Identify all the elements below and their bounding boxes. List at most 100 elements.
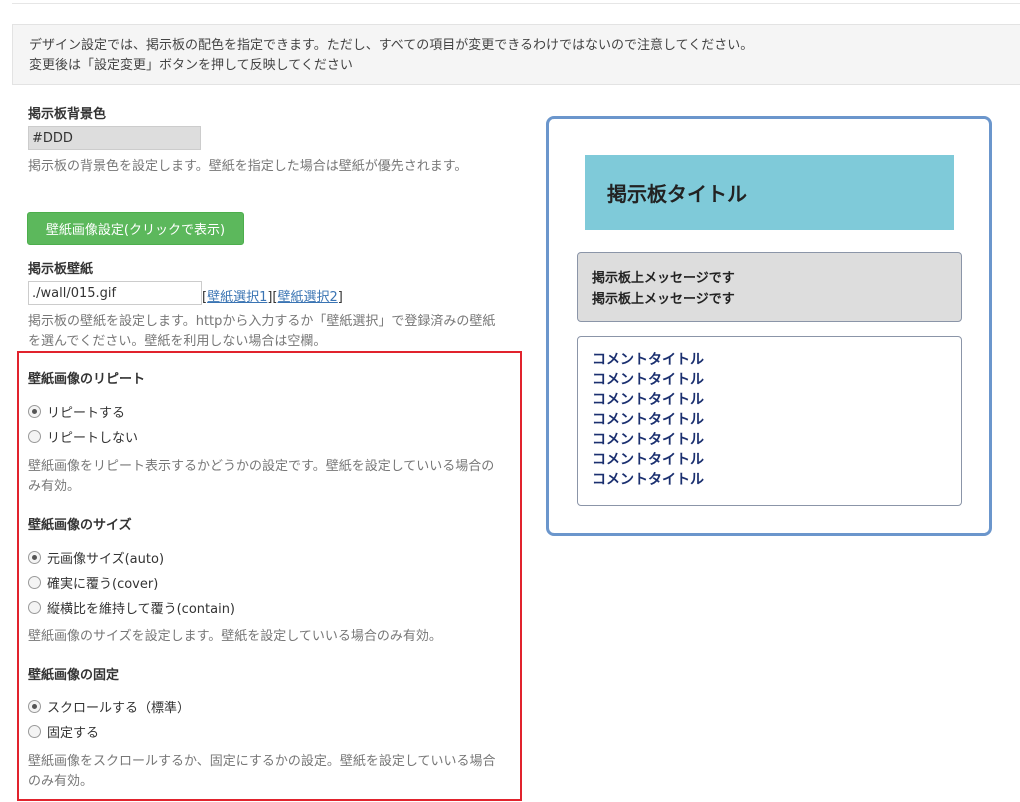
radio-label: リピートしない [47,430,139,446]
leaf-icon [667,129,687,149]
leaf-icon [559,165,579,185]
radio-button[interactable] [28,550,41,564]
radio-label: 固定する [47,725,100,741]
radio-button[interactable] [28,600,41,614]
leaf-icon [559,237,579,257]
size-option-contain[interactable]: 縦横比を維持して覆う(contain) [28,598,236,617]
leaf-icon [559,201,579,221]
radio-button[interactable] [28,429,41,443]
leaf-icon [559,345,579,365]
leaf-icon [919,525,939,533]
notice-panel: デザイン設定では、掲示板の配色を指定できます。ただし、すべての項目が変更できるわ… [12,24,1020,85]
bg-color-help: 掲示板の背景色を設定します。壁紙を指定した場合は壁紙が優先されます。 [28,159,468,174]
fixed-option-scroll[interactable]: スクロールする（標準） [28,697,191,716]
comment-title: コメントタイトル [592,372,704,388]
comment-title: コメントタイトル [592,472,704,488]
size-help: 壁紙画像のサイズを設定します。壁紙を設定していいる場合のみ有効。 [28,629,442,644]
wallpaper-settings-button[interactable]: 壁紙画像設定(クリックで表示) [27,212,244,245]
leaf-icon [991,381,992,401]
leaf-icon [595,525,615,533]
leaf-icon [955,165,975,185]
leaf-icon [595,129,615,149]
bg-color-label: 掲示板背景色 [28,107,107,122]
leaf-icon [991,309,992,329]
repeat-option-off[interactable]: リピートしない [28,427,139,446]
leaf-icon [775,525,795,533]
repeat-option-on[interactable]: リピートする [28,402,126,421]
comment-title: コメントタイトル [592,412,704,428]
radio-button[interactable] [28,724,41,738]
leaf-icon [703,525,723,533]
leaf-icon [811,129,831,149]
leaf-icon [739,525,759,533]
leaf-icon [991,525,992,536]
radio-label: 縦横比を維持して覆う(contain) [47,601,236,617]
leaf-icon [883,525,903,533]
notice-line-1: デザイン設定では、掲示板の配色を指定できます。ただし、すべての項目が変更できるわ… [29,38,754,53]
fixed-title: 壁紙画像の固定 [28,668,120,683]
radio-label: 元画像サイズ(auto) [47,551,165,567]
leaf-icon [847,129,867,149]
leaf-icon [559,273,579,293]
leaf-icon [955,129,975,149]
wallpaper-select-2-link[interactable]: 壁紙選択2 [278,290,338,305]
leaf-icon [559,309,579,329]
leaf-icon [991,201,992,221]
wallpaper-select-1-link[interactable]: 壁紙選択1 [207,290,267,305]
board-preview: 掲示板タイトル 掲示板上メッセージです 掲示板上メッセージです コメントタイトル… [546,116,992,536]
preview-title: 掲示板タイトル [585,155,954,230]
repeat-help: 壁紙画像をリピート表示するかどうかの設定です。壁紙を設定していいる場合のみ有効。 [28,459,495,494]
leaf-icon [811,525,831,533]
radio-label: スクロールする（標準） [47,700,191,716]
leaf-icon [559,489,579,509]
wallpaper-input[interactable] [28,281,202,305]
preview-message-line: 掲示板上メッセージです [592,271,735,286]
comment-title: コメントタイトル [592,452,704,468]
leaf-icon [559,129,579,149]
leaf-icon [559,381,579,401]
preview-message-box: 掲示板上メッセージです 掲示板上メッセージです [577,252,962,322]
notice-line-2: 変更後は「設定変更」ボタンを押して反映してください [29,58,353,73]
leaf-icon [559,453,579,473]
radio-label: 確実に覆う(cover) [47,576,159,592]
leaf-icon [991,453,992,473]
size-title: 壁紙画像のサイズ [28,518,132,533]
leaf-icon [847,525,867,533]
preview-message-line: 掲示板上メッセージです [592,292,735,307]
leaf-icon [883,129,903,149]
leaf-icon [775,129,795,149]
leaf-icon [991,273,992,293]
wallpaper-help: 掲示板の壁紙を設定します。httpから入力するか「壁紙選択」で登録済みの壁紙を選… [28,314,496,349]
leaf-icon [631,525,651,533]
size-option-auto[interactable]: 元画像サイズ(auto) [28,548,165,567]
fixed-option-fixed[interactable]: 固定する [28,722,100,741]
leaf-icon [703,129,723,149]
radio-label: リピートする [47,405,126,421]
leaf-icon [955,525,975,533]
leaf-icon [991,417,992,437]
comment-title: コメントタイトル [592,352,704,368]
bg-color-input[interactable] [28,126,201,150]
leaf-icon [991,129,992,149]
radio-button[interactable] [28,699,41,713]
top-divider [12,3,1020,4]
leaf-icon [559,525,579,533]
wallpaper-links: [壁紙選択1][壁紙選択2] [202,290,343,305]
repeat-title: 壁紙画像のリピート [28,372,146,387]
leaf-icon [955,201,975,221]
comment-title: コメントタイトル [592,392,704,408]
fixed-help: 壁紙画像をスクロールするか、固定にするかの設定。壁紙を設定していいる場合のみ有効… [28,754,496,789]
radio-button[interactable] [28,404,41,418]
radio-button[interactable] [28,575,41,589]
leaf-icon [991,489,992,509]
leaf-icon [919,129,939,149]
leaf-icon [559,417,579,437]
leaf-icon [991,165,992,185]
leaf-icon [991,345,992,365]
preview-comments-box: コメントタイトル コメントタイトル コメントタイトル コメントタイトル コメント… [577,336,962,506]
size-option-cover[interactable]: 確実に覆う(cover) [28,573,159,592]
leaf-icon [667,525,687,533]
wallpaper-label: 掲示板壁紙 [28,262,94,277]
leaf-icon [631,129,651,149]
comment-title: コメントタイトル [592,432,704,448]
